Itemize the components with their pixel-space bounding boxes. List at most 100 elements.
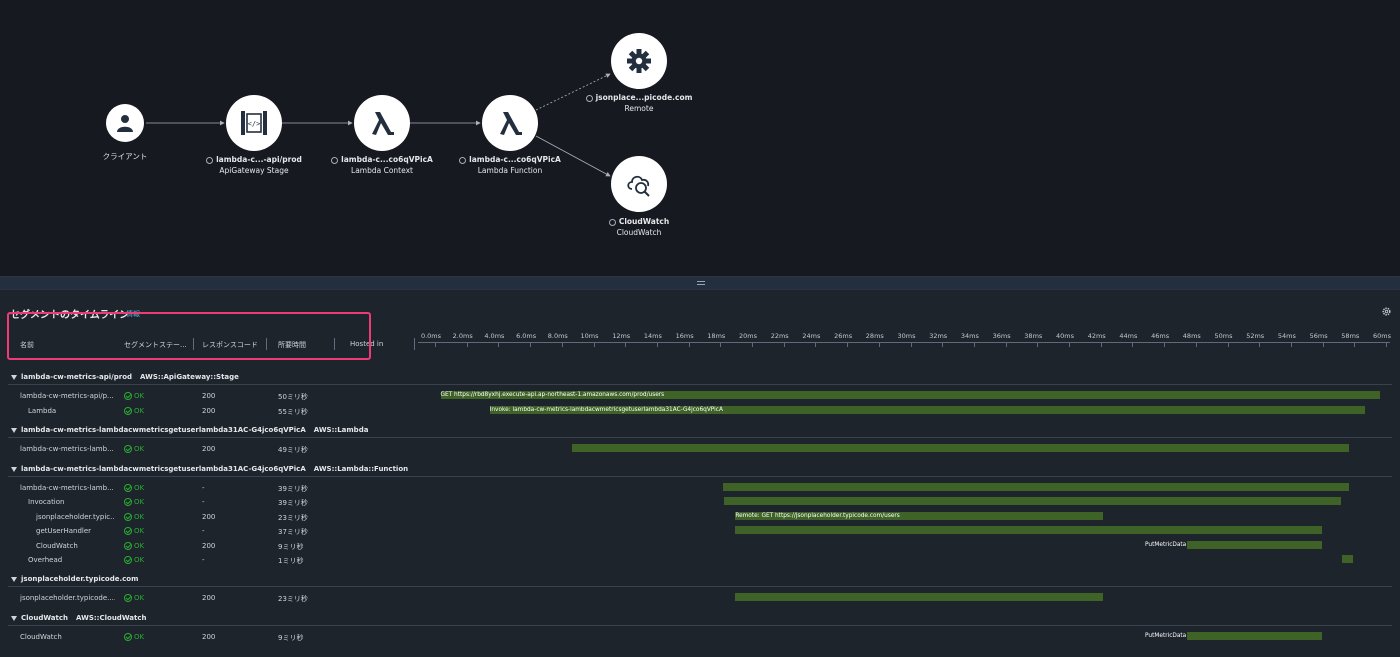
segment-name[interactable]: lambda-cw-metrics-api/p... <box>20 392 115 400</box>
segment-bar[interactable] <box>572 444 1349 452</box>
segment-group-header[interactable]: lambda-cw-metrics-api/prod AWS::ApiGatewa… <box>11 373 239 381</box>
tick-mark <box>1227 342 1229 347</box>
segment-name[interactable]: CloudWatch <box>36 542 115 550</box>
tick-label: 60ms <box>1373 332 1391 340</box>
segment-bar[interactable] <box>735 526 1322 534</box>
segment-status-text: OK <box>134 527 145 535</box>
tick-label: 18ms <box>707 332 726 340</box>
check-circle-icon <box>124 513 132 521</box>
segment-response-code: 200 <box>202 407 216 415</box>
panel-resize-handle[interactable] <box>0 276 1400 290</box>
segment-bar[interactable] <box>724 497 1341 505</box>
node-lambda-function-type: Lambda Function <box>477 166 543 175</box>
tick-label: 12ms <box>612 332 631 340</box>
segment-status-text: OK <box>134 392 145 400</box>
tick-mark <box>1164 342 1166 347</box>
node-cloudwatch-type: CloudWatch <box>616 228 662 237</box>
segment-status-text: OK <box>134 556 145 564</box>
segment-status-text: OK <box>134 513 145 521</box>
tick-label: 26ms <box>834 332 853 340</box>
segment-group-header[interactable]: jsonplaceholder.typicode.com <box>11 575 146 583</box>
segment-bar-label: Invoke: lambda-cw-metrics-lambdacwmetric… <box>489 407 723 413</box>
node-lambda-context[interactable] <box>354 95 410 151</box>
column-separator[interactable] <box>414 338 415 350</box>
tick-mark <box>656 342 658 347</box>
segment-name[interactable]: Overhead <box>28 556 115 564</box>
node-cloudwatch[interactable] <box>611 156 667 212</box>
group-divider <box>8 384 1392 385</box>
segment-response-code: 200 <box>202 594 216 602</box>
tick-label: 30ms <box>897 332 916 340</box>
user-icon <box>117 115 133 132</box>
segment-response-code: - <box>202 556 205 564</box>
tick-mark <box>561 342 563 347</box>
segment-group-type: AWS::ApiGateway::Stage <box>140 373 239 381</box>
segment-group-header[interactable]: lambda-cw-metrics-lambdacwmetricsgetuser… <box>11 426 368 434</box>
segment-duration: 39ミリ秒 <box>278 485 308 493</box>
tick-mark <box>530 342 532 347</box>
caret-down-icon[interactable] <box>11 374 17 380</box>
check-circle-icon <box>124 633 132 641</box>
segment-bar[interactable] <box>735 593 1104 601</box>
segment-group-type: AWS::Lambda <box>313 426 369 434</box>
segment-name[interactable]: Invocation <box>28 498 115 506</box>
node-lambda-function[interactable] <box>482 95 538 151</box>
node-remote[interactable] <box>611 33 667 89</box>
segment-name[interactable]: lambda-cw-metrics-lamb... <box>20 484 115 492</box>
segment-duration: 55ミリ秒 <box>278 408 308 416</box>
tick-label: 58ms <box>1341 332 1360 340</box>
segment-bar[interactable] <box>1187 541 1322 549</box>
caret-down-icon[interactable] <box>11 576 17 582</box>
segment-name[interactable]: getUserHandler <box>36 527 115 535</box>
segment-group-name: jsonplaceholder.typicode.com <box>21 575 139 583</box>
tick-label: 16ms <box>675 332 694 340</box>
check-circle-icon <box>124 484 132 492</box>
segment-response-code: - <box>202 484 205 492</box>
tick-mark <box>720 342 722 347</box>
segment-duration: 1ミリ秒 <box>278 557 304 565</box>
segment-name[interactable]: jsonplaceholder.typicode.... <box>20 594 115 602</box>
tick-mark <box>688 342 690 347</box>
settings-gear-icon[interactable] <box>1381 306 1392 317</box>
segment-bar-label: PutMetricData <box>1145 633 1187 639</box>
node-cloudwatch-label: CloudWatch CloudWatch <box>539 216 739 238</box>
segment-name[interactable]: jsonplaceholder.typic... <box>36 513 115 521</box>
node-apigw[interactable]: </> <box>226 95 282 151</box>
tick-label: 50ms <box>1214 332 1233 340</box>
tick-mark <box>466 342 468 347</box>
segment-group-header[interactable]: lambda-cw-metrics-lambdacwmetricsgetuser… <box>11 465 408 473</box>
tick-label: 52ms <box>1246 332 1265 340</box>
tick-mark <box>1386 342 1387 347</box>
group-divider <box>8 437 1392 438</box>
segment-response-code: - <box>202 498 205 506</box>
node-lambda-function-label: lambda-c...co6qVPicA Lambda Function <box>410 154 610 176</box>
check-circle-icon <box>124 527 132 535</box>
tick-label: 24ms <box>802 332 821 340</box>
segment-bar[interactable] <box>1342 555 1354 563</box>
segment-name[interactable]: lambda-cw-metrics-lamb... <box>20 445 115 453</box>
segment-name[interactable]: Lambda <box>28 407 115 415</box>
segment-status-text: OK <box>134 445 145 453</box>
tick-mark <box>1259 342 1261 347</box>
tick-mark <box>1290 342 1292 347</box>
tick-label: 22ms <box>770 332 789 340</box>
caret-down-icon[interactable] <box>11 427 17 433</box>
service-map: クライアント </> lambda-c...-api/prod ApiGatew… <box>0 0 1400 276</box>
segment-bar[interactable] <box>722 483 1349 491</box>
segment-group-header[interactable]: CloudWatch AWS::CloudWatch <box>11 614 147 622</box>
tick-mark <box>435 342 436 347</box>
tick-label: 32ms <box>929 332 948 340</box>
segment-bar-label: Remote: GET https://jsonplaceholder.typi… <box>735 513 900 519</box>
segment-group-name: lambda-cw-metrics-lambdacwmetricsgetuser… <box>21 465 306 473</box>
caret-down-icon[interactable] <box>11 615 17 621</box>
api-gateway-icon: </> <box>241 111 267 135</box>
node-client[interactable] <box>106 104 144 142</box>
segment-name[interactable]: CloudWatch <box>20 633 115 641</box>
caret-down-icon[interactable] <box>11 466 17 472</box>
tick-label: 4.0ms <box>484 332 505 340</box>
segment-status: OK <box>124 445 184 453</box>
segment-status: OK <box>124 513 184 521</box>
svg-text:</>: </> <box>248 120 261 128</box>
segment-bar[interactable] <box>1187 632 1322 640</box>
node-cloudwatch-name: CloudWatch <box>539 216 739 227</box>
